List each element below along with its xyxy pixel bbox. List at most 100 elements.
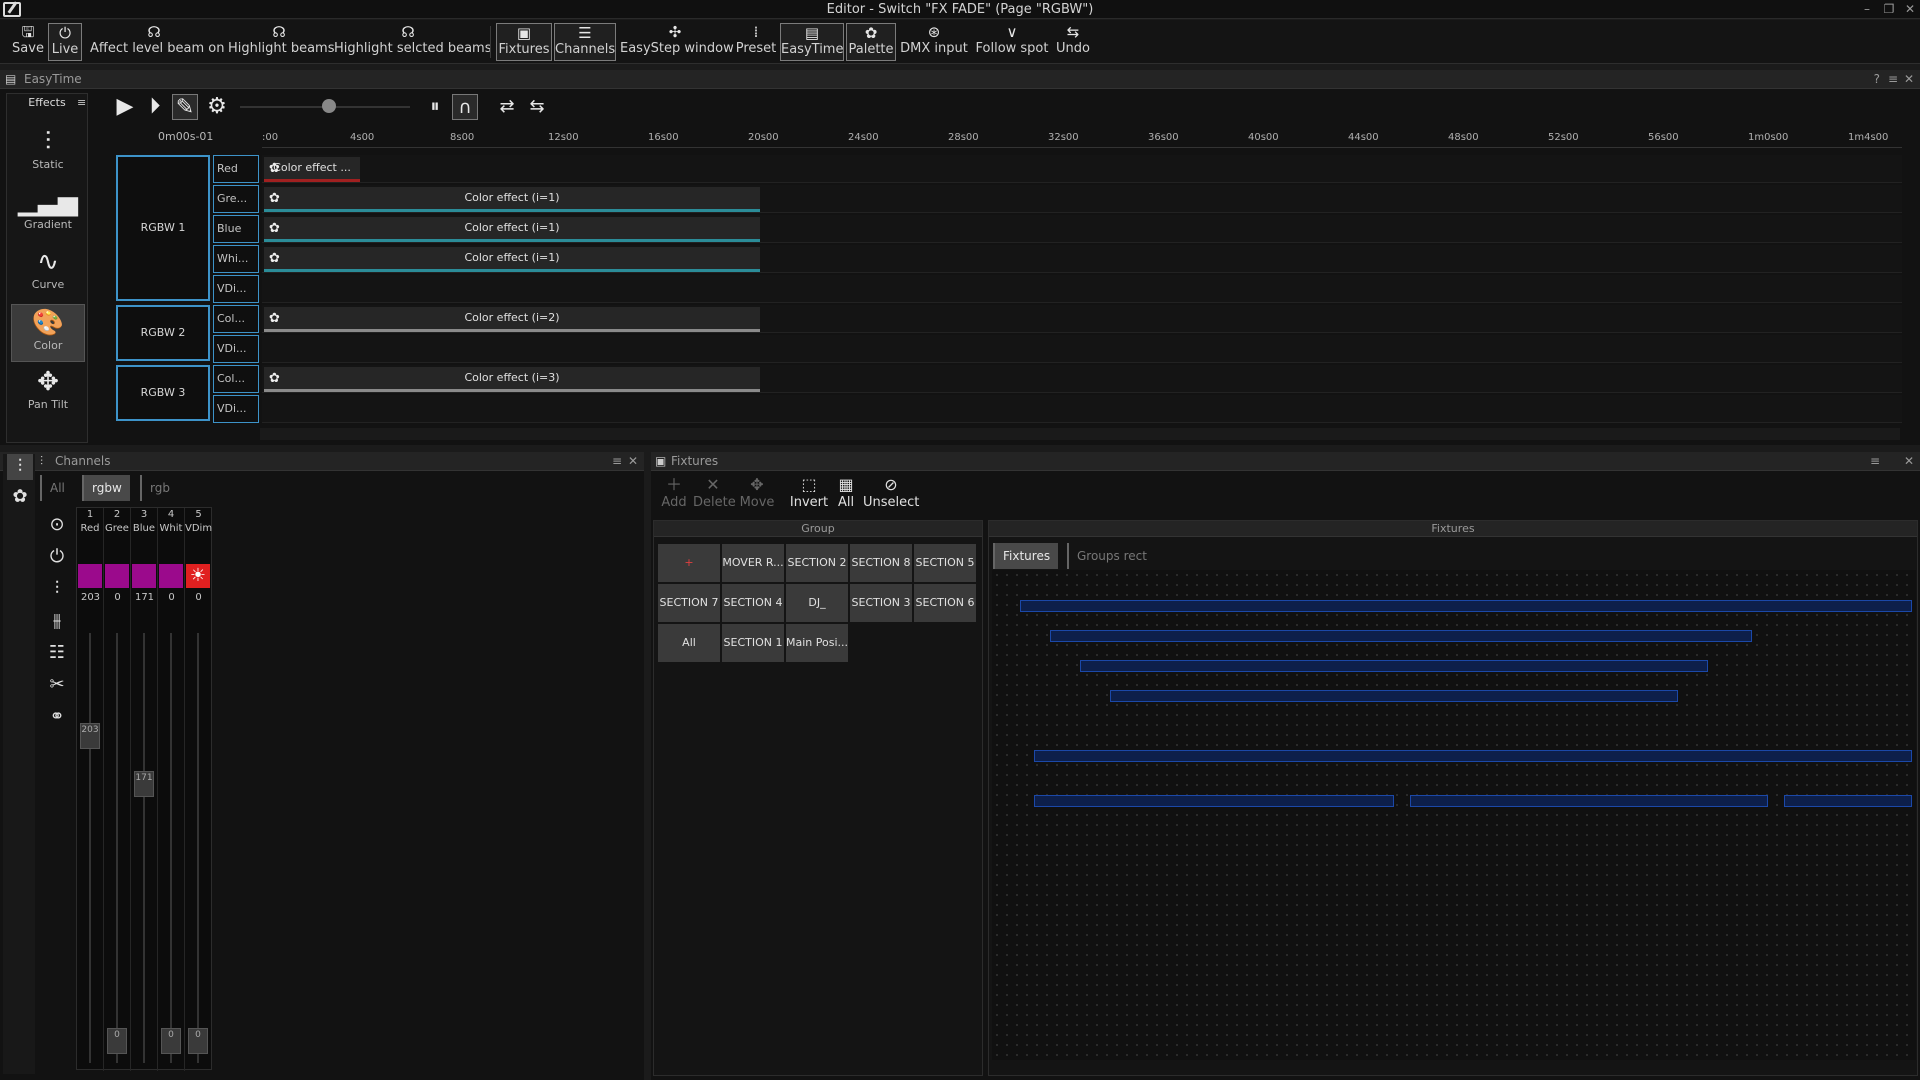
move-fixture-button[interactable]: ✥ Move [739, 475, 775, 510]
timeline-lane[interactable]: ✿ Color effect (i=3) [262, 365, 1902, 393]
tab-all[interactable]: All [40, 475, 73, 501]
magic-wand-icon[interactable]: ✎ [172, 94, 198, 120]
timeline-scrollbar[interactable] [260, 428, 1900, 440]
add-group-button[interactable]: + [658, 544, 720, 582]
color-effect-clip[interactable]: ✿ Color effect (i=1) [264, 217, 760, 242]
fixture-row[interactable] [1034, 795, 1394, 807]
menu-icon[interactable]: ≡ [612, 452, 622, 471]
zoom-slider-handle[interactable] [322, 99, 336, 113]
select-all-button[interactable]: ▦ All [833, 475, 859, 510]
timeline-lane[interactable]: ✿ Color effect (i=1) [262, 245, 1902, 273]
fixture-row[interactable] [1784, 795, 1912, 807]
fader-handle[interactable]: 0 [188, 1028, 208, 1054]
group-button[interactable]: SECTION 6 [914, 584, 976, 622]
tab-rgb[interactable]: rgb [140, 475, 178, 501]
list-icon[interactable]: ☷ [44, 640, 70, 666]
fixture-row[interactable] [1020, 600, 1912, 612]
timeline-channel[interactable]: VDi... [213, 275, 259, 303]
group-button[interactable]: SECTION 7 [658, 584, 720, 622]
power-icon[interactable]: ⏻ [44, 544, 70, 570]
timeline-lane[interactable]: ✿ Color effect (i=1) [262, 215, 1902, 243]
preset-button[interactable]: ⁞ Preset [734, 23, 778, 61]
split-icon[interactable]: ✂ [44, 672, 70, 698]
timeline-channel[interactable]: Col... [213, 305, 259, 333]
highlight-selected-beams-button[interactable]: ☊ Highlight selcted beams [334, 23, 492, 61]
minimize-icon[interactable]: – [1858, 1, 1876, 17]
magnet-icon[interactable]: ∩ [452, 94, 478, 120]
palette-button[interactable]: ✿ Palette [846, 23, 896, 61]
effect-gradient[interactable]: ▁▃▅ Gradient [11, 184, 85, 242]
time-ruler[interactable]: :00 4s00 8s00 12s00 16s00 20s00 24s00 28… [262, 128, 1902, 148]
dimmer-sun-icon[interactable]: ☀ [186, 564, 210, 588]
tab-groups-rect[interactable]: Groups rect [1067, 543, 1155, 569]
fader-handle[interactable]: 203 [80, 723, 100, 749]
affect-level-beam-button[interactable]: ☊ Affect level beam on [90, 23, 224, 61]
live-button[interactable]: ⏻ Live [48, 23, 82, 61]
timeline-channel[interactable]: Whi... [213, 245, 259, 273]
effect-static[interactable]: ⫶ Static [11, 124, 85, 182]
timeline-channel[interactable]: Gre... [213, 185, 259, 213]
group-button[interactable]: DJ_ [786, 584, 848, 622]
tab-rgbw[interactable]: rgbw [82, 475, 130, 501]
fader-track[interactable] [197, 633, 199, 1063]
fixture-row[interactable] [1410, 795, 1768, 807]
color-effect-clip[interactable]: ✿ Color effect (i=1) [264, 187, 760, 212]
fixtures-button[interactable]: ▣ Fixtures [496, 23, 552, 61]
fader-track[interactable] [89, 633, 91, 1063]
timeline-lane[interactable] [262, 335, 1902, 363]
color-effect-clip[interactable]: ✿ Color effect (i=3) [264, 367, 760, 392]
follow-spot-button[interactable]: ∨ Follow spot [974, 23, 1050, 61]
play-next-icon[interactable]: ⏵ [142, 94, 168, 120]
reset-icon[interactable]: ⊙ [44, 512, 70, 538]
align-icon[interactable]: ⏸ [422, 94, 448, 120]
dmx-input-button[interactable]: ⊛ DMX input [900, 23, 968, 61]
fader-icon[interactable]: ⫵ [44, 608, 70, 634]
undo-button[interactable]: ⇆ Undo [1054, 23, 1092, 61]
easytime-button[interactable]: ▤ EasyTime [780, 23, 844, 61]
swap-alt-icon[interactable]: ⇆ [524, 94, 550, 120]
close-icon[interactable]: ✕ [628, 452, 638, 471]
timeline-lane[interactable] [262, 395, 1902, 423]
fixture-row[interactable] [1110, 690, 1678, 702]
fader-track[interactable] [116, 633, 118, 1063]
channel-color-swatch[interactable] [159, 564, 183, 588]
merge-icon[interactable]: ⚭ [44, 704, 70, 730]
fixture-layout-canvas[interactable] [992, 570, 1916, 1060]
timeline-channel[interactable]: VDi... [213, 335, 259, 363]
channels-button[interactable]: ☰ Channels [554, 23, 616, 61]
group-button[interactable]: SECTION 4 [722, 584, 784, 622]
group-button[interactable]: SECTION 5 [914, 544, 976, 582]
sliders-icon[interactable]: ⫶ [7, 454, 33, 480]
timeline-channel[interactable]: Red [213, 155, 259, 183]
sliders-icon[interactable]: ⫶ [44, 576, 70, 602]
group-button[interactable]: SECTION 2 [786, 544, 848, 582]
fixture-row[interactable] [1050, 630, 1752, 642]
timeline-lane[interactable]: ✿ Color effect (i=2) [262, 305, 1902, 333]
menu-icon[interactable]: ≡ [1888, 70, 1898, 89]
group-button[interactable]: All [658, 624, 720, 662]
channel-color-swatch[interactable] [132, 564, 156, 588]
group-button[interactable]: SECTION 3 [850, 584, 912, 622]
channel-color-swatch[interactable] [105, 564, 129, 588]
tab-fixtures[interactable]: Fixtures [993, 543, 1059, 569]
palette-icon[interactable]: ✿ [7, 484, 33, 510]
easystep-window-button[interactable]: ✣ EasyStep window [620, 23, 734, 61]
group-button[interactable]: SECTION 8 [850, 544, 912, 582]
help-icon[interactable]: ? [1874, 70, 1880, 89]
channel-color-swatch[interactable] [78, 564, 102, 588]
timeline-group[interactable]: RGBW 1 [116, 155, 210, 301]
swap-icon[interactable]: ⇄ [494, 94, 520, 120]
invert-selection-button[interactable]: ⬚ Invert [789, 475, 829, 510]
fader-handle[interactable]: 171 [134, 771, 154, 797]
close-icon[interactable]: ✕ [1901, 1, 1919, 17]
close-icon[interactable]: ✕ [1904, 452, 1914, 471]
highlight-beams-button[interactable]: ☊ Highlight beams [228, 23, 334, 61]
group-button[interactable]: Main Posi... [786, 624, 848, 662]
timeline-lane[interactable]: ✿ Color effect ... [262, 155, 1902, 183]
unselect-button[interactable]: ⊘ Unselect [863, 475, 919, 510]
fader-handle[interactable]: 0 [161, 1028, 181, 1054]
gear-icon[interactable]: ⚙ [204, 94, 230, 120]
fader-track[interactable] [170, 633, 172, 1063]
menu-icon[interactable]: ≡ [1870, 452, 1880, 471]
close-icon[interactable]: ✕ [1904, 70, 1914, 89]
